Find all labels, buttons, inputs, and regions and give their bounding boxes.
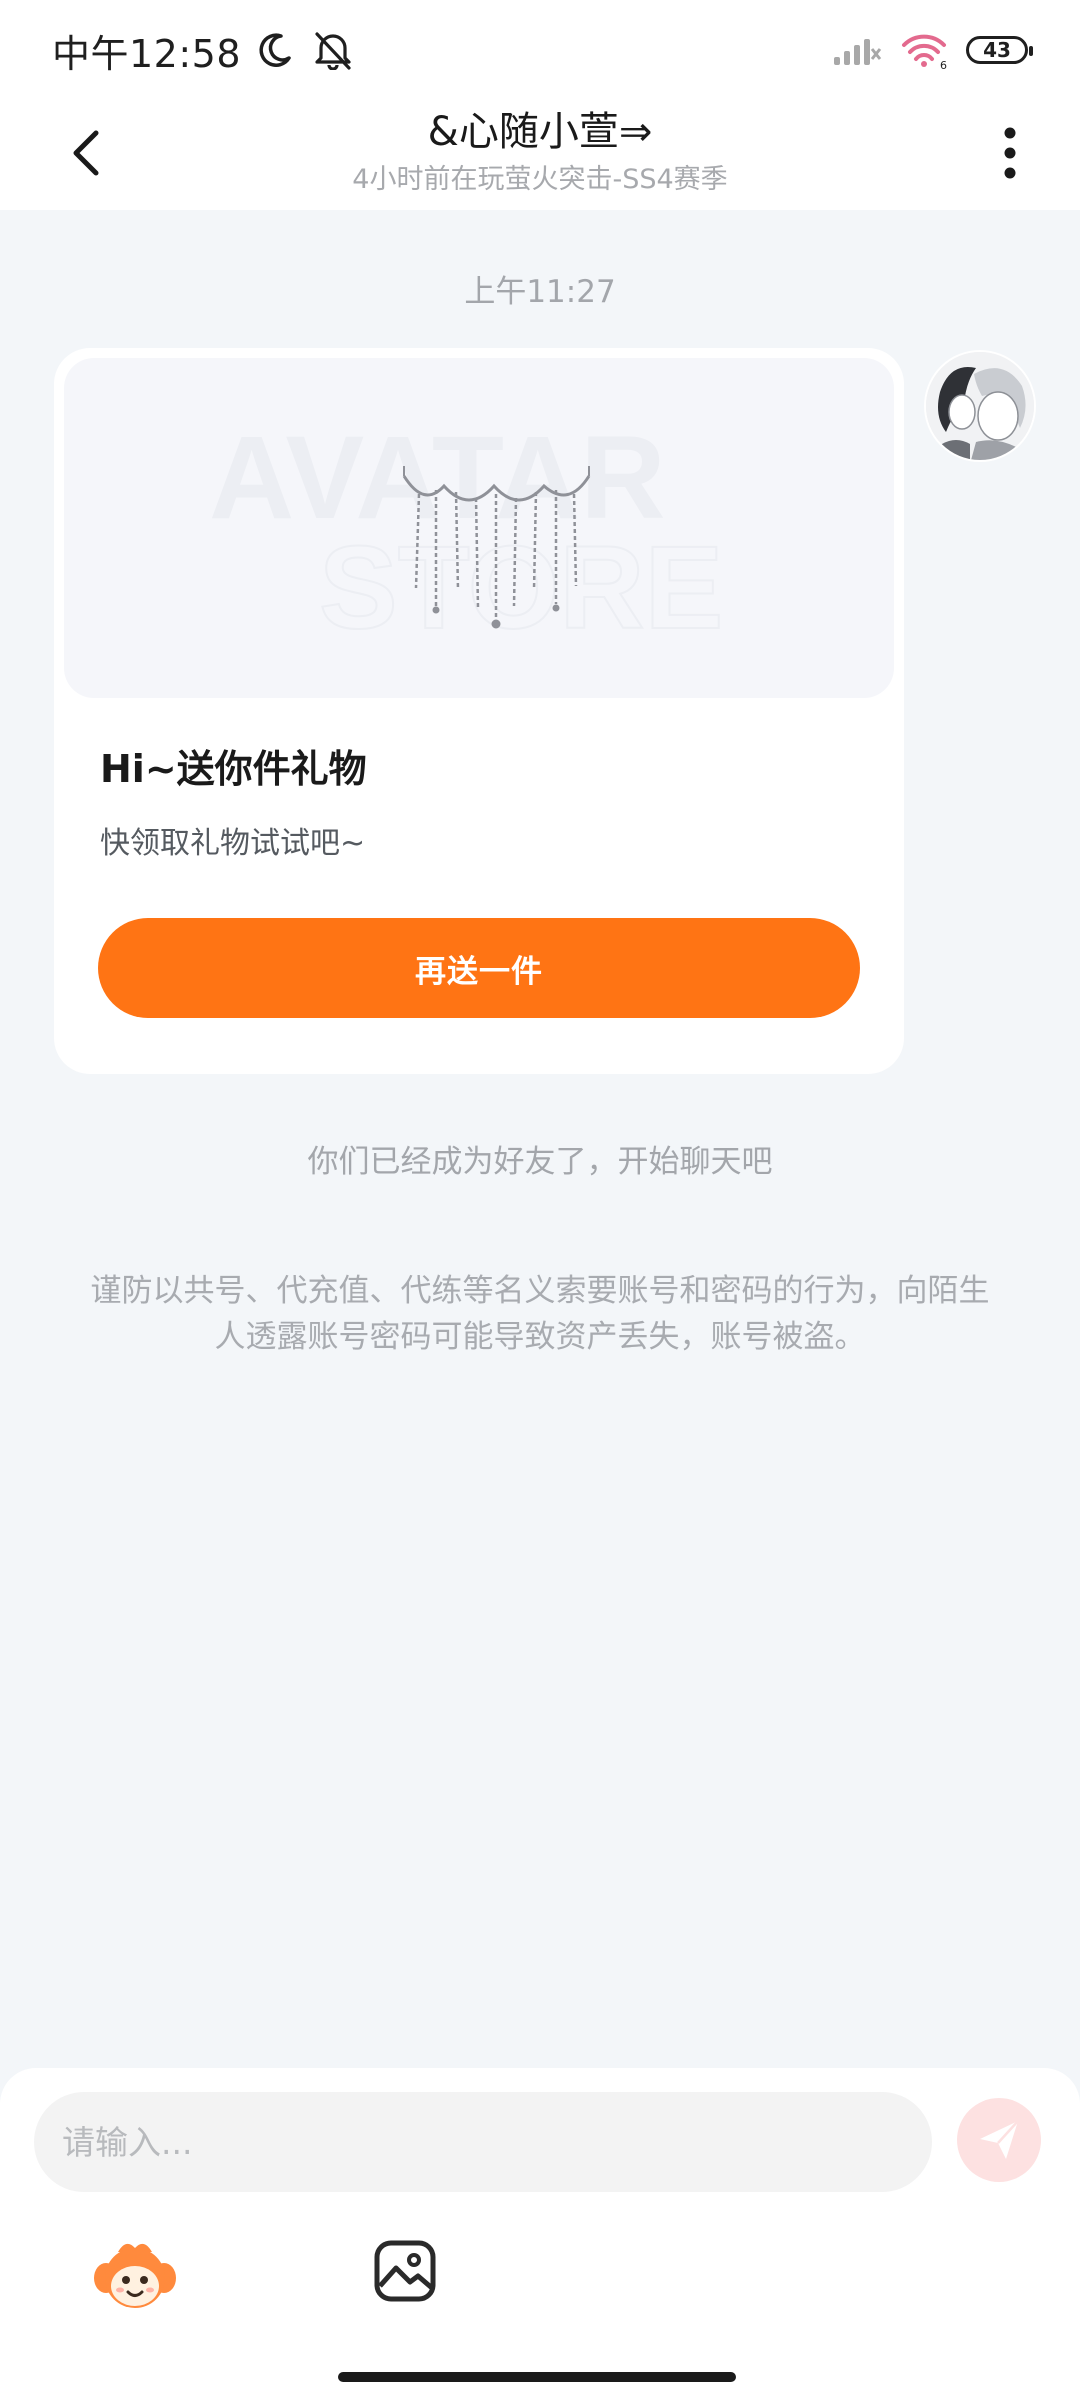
watermark-line2: STORE (319, 522, 723, 654)
status-time: 中午12:58 (52, 31, 242, 76)
contact-status: 4小时前在玩萤火突击-SS4赛季 (352, 164, 728, 195)
battery-icon: 43 (966, 36, 1033, 64)
emoji-button[interactable] (92, 2234, 178, 2320)
bell-off-icon (315, 32, 351, 70)
message-timestamp: 上午11:27 (464, 274, 616, 310)
contact-name: &心随小萱⇒ (427, 109, 653, 155)
message-input[interactable] (34, 2092, 932, 2192)
send-button[interactable] (957, 2098, 1041, 2182)
title-block: &心随小萱⇒ 4小时前在玩萤火突击-SS4赛季 (200, 104, 880, 200)
chat-page: 中午12:58 6 43 &心随小萱⇒ 4小时前在玩萤火突击-SS4赛季 上午1… (0, 0, 1080, 2400)
moon-icon (259, 33, 291, 67)
back-icon (73, 130, 99, 176)
back-button[interactable] (56, 118, 116, 188)
security-warning: 谨防以共号、代充值、代练等名义索要账号和密码的行为，向陌生人透露账号密码可能导致… (90, 1273, 990, 1355)
home-indicator[interactable] (338, 2372, 736, 2382)
battery-level: 43 (983, 38, 1011, 62)
svg-text:6: 6 (940, 59, 947, 69)
gift-title: Hi~送你件礼物 (100, 747, 367, 791)
avatar[interactable] (924, 350, 1036, 462)
more-icon (1004, 127, 1016, 179)
gift-card[interactable]: AVATAR STORE Hi~送你件礼物 快领取礼物试试吧~ 再送一件 (54, 348, 904, 1074)
avatar-image (926, 352, 1034, 460)
signal-icon (834, 39, 882, 65)
send-icon (980, 2120, 1019, 2159)
status-left-icons (255, 30, 355, 70)
status-bar: 中午12:58 6 43 (0, 0, 1080, 100)
emoji-icon (94, 2243, 176, 2308)
gift-preview: AVATAR STORE (209, 412, 724, 655)
chat-header: &心随小萱⇒ 4小时前在玩萤火突击-SS4赛季 (0, 100, 1080, 210)
gift-description: 快领取礼物试试吧~ (100, 826, 366, 861)
wifi-icon: 6 (902, 34, 947, 69)
image-button[interactable] (372, 2238, 438, 2304)
image-icon (374, 2240, 436, 2302)
composer-panel (0, 2068, 1080, 2400)
send-again-button[interactable]: 再送一件 (98, 918, 860, 1018)
more-button[interactable] (980, 118, 1040, 188)
status-right-icons: 6 43 (832, 31, 1033, 69)
gift-image[interactable]: AVATAR STORE (64, 358, 894, 698)
friend-added-notice: 你们已经成为好友了，开始聊天吧 (307, 1144, 773, 1180)
